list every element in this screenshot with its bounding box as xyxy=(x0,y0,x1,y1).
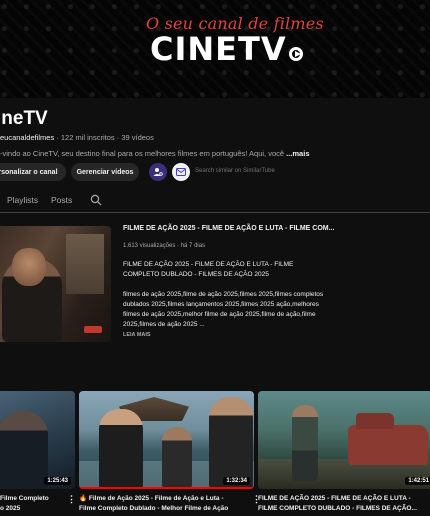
manage-videos-button[interactable]: Gerenciar vídeos xyxy=(71,163,139,181)
channel-banner: O seu canal de filmes CINETV xyxy=(0,0,430,98)
play-icon xyxy=(288,47,303,61)
tab-posts[interactable]: Posts xyxy=(51,195,72,205)
featured-video-description-title: FILME DE AÇÃO 2025 - FILME DE AÇÃO E LUT… xyxy=(123,261,294,278)
video-duration: 1:32:34 xyxy=(223,477,250,485)
video-title[interactable]: FILME DE AÇÃO 2025 - FILME DE AÇÃO E LUT… xyxy=(258,494,428,514)
channel-description[interactable]: -vindo ao CineTV, seu destino final para… xyxy=(0,149,310,158)
video-title-line: o 2025 xyxy=(0,505,21,512)
thumbnail-figure xyxy=(0,411,48,489)
mail-icon[interactable] xyxy=(172,163,190,181)
thumbnail-figure xyxy=(99,409,143,489)
featured-video-thumbnail[interactable] xyxy=(0,226,111,342)
featured-video-description-tags: filmes de ação 2025,filme de ação 2025,f… xyxy=(123,291,324,328)
video-title-line: FILME DE AÇÃO 2025 - FILME DE AÇÃO E LUT… xyxy=(258,495,411,502)
tab-playlists[interactable]: Playlists xyxy=(7,195,38,205)
thumbnail-truck xyxy=(348,413,428,465)
more-options-icon[interactable]: ⋮ xyxy=(67,494,76,505)
banner-logo-text: CINETV xyxy=(150,30,287,68)
search-icon[interactable] xyxy=(90,193,102,211)
watch-progress-bar xyxy=(79,487,254,489)
user-search-icon[interactable] xyxy=(149,163,167,181)
channel-handle: eucanaldefilmes xyxy=(0,133,55,142)
channel-description-text: -vindo ao CineTV, seu destino final para… xyxy=(0,149,285,158)
upload-age: há 7 dias xyxy=(180,243,206,249)
customize-channel-button[interactable]: ersonalizar o canal xyxy=(0,163,66,181)
channel-tabs: Playlists Posts xyxy=(0,186,430,213)
thumbnail-figure xyxy=(162,427,192,489)
thumbnail-background xyxy=(66,234,104,294)
thumbnail-figure xyxy=(292,405,318,481)
video-duration: 1:42:51 xyxy=(405,477,430,485)
channel-meta: eucanaldefilmes · 122 mil inscritos · 39… xyxy=(0,133,154,142)
video-title[interactable]: Filme Completo o 2025 xyxy=(0,494,64,514)
thumbnail-badge xyxy=(84,326,102,333)
read-more-link[interactable]: LEIA MAIS xyxy=(123,332,151,338)
video-thumbnail[interactable]: 1:32:34 xyxy=(79,391,254,489)
thumbnail-figure xyxy=(209,397,253,489)
search-similar-link[interactable]: Search similar on SimilarTube xyxy=(195,168,275,174)
video-duration: 1:25:43 xyxy=(44,477,71,485)
banner-logo: CINETV xyxy=(150,30,303,68)
view-count: 1.613 visualizações xyxy=(123,243,176,249)
subscriber-count: 122 mil inscritos xyxy=(60,133,115,142)
thumbnail-face xyxy=(12,248,46,286)
video-title-line: Filme Completo Dublado - Melhor Filme de… xyxy=(79,505,229,512)
video-thumbnail[interactable]: 1:25:43 xyxy=(0,391,75,489)
video-title-line: Filme Completo xyxy=(0,495,49,502)
more-link[interactable]: ...mais xyxy=(286,149,309,158)
video-title-line: FILME COMPLETO DUBLADO - FILMES DE AÇÃO.… xyxy=(258,505,417,512)
channel-name: ineTV xyxy=(0,108,48,129)
video-title[interactable]: 🔥 Filme de Ação 2025 - Filme de Ação e L… xyxy=(79,494,249,514)
video-thumbnail[interactable]: 1:42:51 xyxy=(258,391,430,489)
featured-video-stats: 1.613 visualizações · há 7 dias xyxy=(123,243,206,249)
video-title-line: 🔥 Filme de Ação 2025 - Filme de Ação e L… xyxy=(79,495,224,502)
video-count: 39 vídeos xyxy=(121,133,154,142)
featured-video-title[interactable]: FILME DE AÇÃO 2025 - FILME DE AÇÃO E LUT… xyxy=(123,225,334,232)
